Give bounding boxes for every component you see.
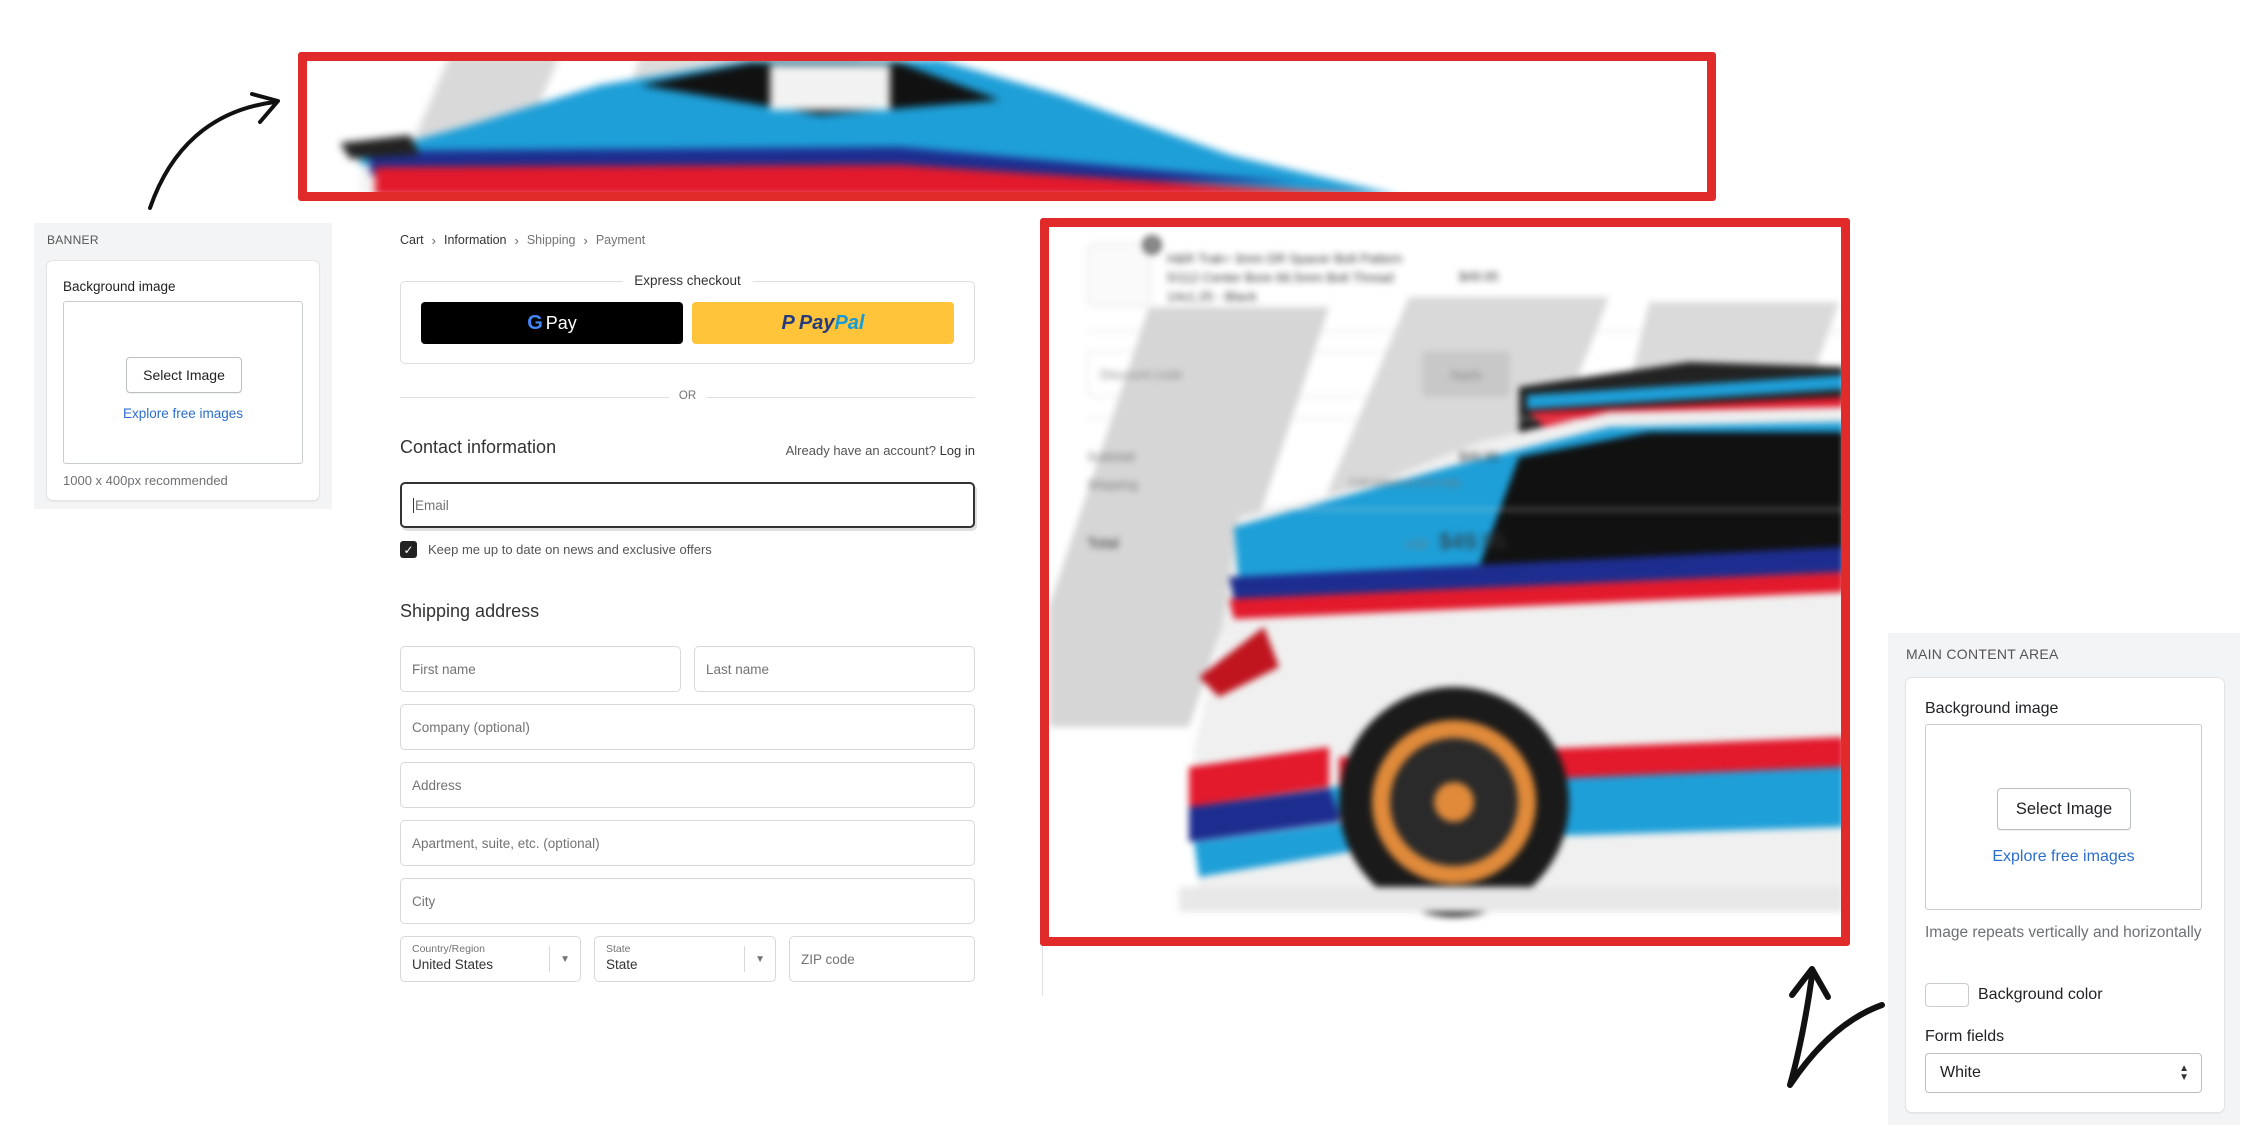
breadcrumb-cart[interactable]: Cart	[400, 233, 424, 248]
express-checkout-box: Express checkout G Pay P Pay Pal	[400, 273, 975, 364]
main-content-settings-panel: MAIN CONTENT AREA Background image Selec…	[1888, 633, 2240, 1125]
form-fields-value: White	[1940, 1064, 1981, 1081]
newsletter-checkbox-row[interactable]: ✓ Keep me up to date on news and exclusi…	[400, 541, 712, 558]
annotation-curved-arrow-icon	[1770, 955, 1890, 1095]
chevron-right-icon: ›	[431, 233, 436, 248]
paypal-button[interactable]: P Pay Pal	[692, 302, 954, 344]
breadcrumb-information: Information	[443, 233, 507, 247]
annotation-arrow-icon	[140, 90, 290, 215]
banner-settings-panel: BANNER Background image Select Image Exp…	[34, 223, 332, 509]
apartment-input[interactable]: Apartment, suite, etc. (optional)	[400, 820, 975, 866]
chevron-down-icon: ▼	[560, 954, 570, 965]
image-dropzone[interactable]: Select Image Explore free images	[1925, 724, 2202, 910]
country-value: United States	[412, 957, 494, 972]
select-image-button[interactable]: Select Image	[1997, 788, 2131, 830]
state-select[interactable]: State State ▼	[594, 936, 776, 982]
panel-heading: MAIN CONTENT AREA	[1906, 646, 2059, 662]
or-label: OR	[668, 390, 707, 402]
company-placeholder: Company (optional)	[412, 719, 530, 735]
field-label: Background image	[63, 279, 176, 294]
panel-heading: BANNER	[47, 233, 99, 247]
country-select[interactable]: Country/Region United States ▼	[400, 936, 581, 982]
account-prompt: Already have an account? Log in	[786, 443, 975, 458]
banner-image-card: Background image Select Image Explore fr…	[46, 260, 320, 501]
chevron-down-icon: ▼	[755, 954, 765, 965]
google-pay-button[interactable]: G Pay	[421, 302, 683, 344]
select-arrows-icon: ▲ ▼	[2179, 1063, 2189, 1083]
image-dropzone[interactable]: Select Image Explore free images	[63, 301, 303, 464]
select-image-button[interactable]: Select Image	[126, 357, 242, 393]
paypal-p-icon: P	[781, 311, 795, 334]
explore-free-images-link[interactable]: Explore free images	[64, 406, 302, 421]
explore-free-images-link[interactable]: Explore free images	[1926, 848, 2201, 866]
email-placeholder: Email	[413, 497, 449, 513]
city-input[interactable]: City	[400, 878, 975, 924]
apartment-placeholder: Apartment, suite, etc. (optional)	[412, 835, 600, 851]
email-input[interactable]: Email	[400, 482, 975, 528]
last-name-input[interactable]: Last name	[694, 646, 975, 692]
breadcrumb-shipping: Shipping	[526, 233, 576, 247]
shipping-address-title: Shipping address	[400, 601, 540, 621]
company-input[interactable]: Company (optional)	[400, 704, 975, 750]
helper-text: Image repeats vertically and horizontall…	[1925, 924, 2202, 941]
form-fields-select[interactable]: White ▲ ▼	[1925, 1053, 2202, 1093]
contact-information-title: Contact information	[400, 437, 557, 457]
city-placeholder: City	[412, 893, 436, 909]
newsletter-label: Keep me up to date on news and exclusive…	[428, 542, 712, 557]
address-input[interactable]: Address	[400, 762, 975, 808]
helper-text: 1000 x 400px recommended	[63, 473, 228, 488]
background-color-label: Background color	[1978, 986, 2103, 1003]
zip-code-input[interactable]: ZIP code	[789, 936, 975, 982]
state-value: State	[606, 957, 638, 972]
paypal-label-pal: Pal	[834, 311, 865, 334]
select-divider	[549, 946, 550, 972]
breadcrumb-payment: Payment	[595, 233, 646, 247]
or-divider: OR	[400, 390, 975, 402]
zip-placeholder: ZIP code	[801, 951, 855, 967]
log-in-link[interactable]: Log in	[940, 443, 975, 458]
checkbox-checked-icon[interactable]: ✓	[400, 541, 417, 558]
paypal-label-pay: Pay	[798, 311, 835, 334]
chevron-right-icon: ›	[583, 233, 588, 248]
gpay-label: Pay	[545, 312, 577, 333]
select-divider	[744, 946, 745, 972]
state-label: State	[606, 943, 631, 955]
account-prompt-text: Already have an account?	[785, 443, 936, 458]
google-g-icon: G	[527, 311, 543, 334]
first-name-placeholder: First name	[412, 661, 476, 677]
country-label: Country/Region	[412, 943, 485, 955]
breadcrumb: Cart › Information › Shipping › Payment	[400, 233, 653, 248]
first-name-input[interactable]: First name	[400, 646, 681, 692]
address-placeholder: Address	[412, 777, 462, 793]
main-content-card: Background image Select Image Explore fr…	[1905, 677, 2225, 1113]
background-color-swatch[interactable]	[1925, 983, 1969, 1007]
banner-highlight-frame	[298, 52, 1716, 201]
background-color-row[interactable]: Background color	[1925, 983, 2103, 1007]
express-checkout-title: Express checkout	[622, 273, 753, 288]
field-label: Background image	[1925, 700, 2059, 717]
chevron-right-icon: ›	[514, 233, 519, 248]
last-name-placeholder: Last name	[706, 661, 770, 677]
form-fields-label: Form fields	[1925, 1028, 2005, 1045]
main-content-highlight-frame	[1040, 218, 1850, 946]
